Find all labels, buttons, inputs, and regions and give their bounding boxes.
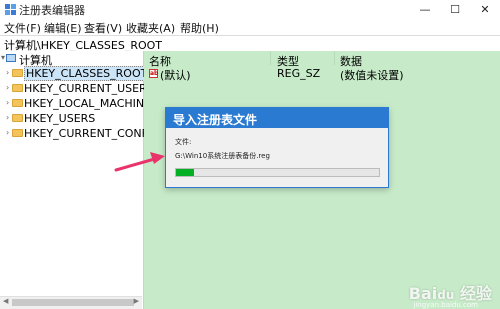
menu-edit[interactable]: 编辑(E) xyxy=(44,20,82,36)
tree-item-hkey-current-user[interactable]: › HKEY_CURRENT_USER xyxy=(0,81,147,96)
dialog-title: 导入注册表文件 xyxy=(173,113,258,127)
menu-file[interactable]: 文件(F) xyxy=(4,20,41,36)
computer-icon xyxy=(6,54,16,62)
column-divider[interactable] xyxy=(270,51,271,65)
collapsed-arrow-icon[interactable]: › xyxy=(6,113,9,122)
collapsed-arrow-icon[interactable]: › xyxy=(6,128,9,137)
menu-help[interactable]: 帮助(H) xyxy=(180,20,219,36)
tree-item-hkey-users[interactable]: › HKEY_USERS xyxy=(0,111,143,126)
import-dialog: 导入注册表文件 文件: G:\Win10系统注册表备份.reg xyxy=(165,107,389,188)
value-name: (默认) xyxy=(160,69,191,82)
tree-item-label: HKEY_CURRENT_USER xyxy=(24,82,147,95)
collapsed-arrow-icon[interactable]: › xyxy=(6,98,9,107)
scroll-right-icon[interactable]: ▶ xyxy=(134,297,139,305)
file-path: G:\Win10系统注册表备份.reg xyxy=(175,152,270,160)
value-data: (数值未设置) xyxy=(340,69,404,82)
tree-item-label: HKEY_USERS xyxy=(24,112,96,125)
watermark-url: jingyan.baidu.com xyxy=(413,301,478,309)
address-bar[interactable]: 计算机\HKEY_CLASSES_ROOT xyxy=(0,35,500,52)
column-divider[interactable] xyxy=(334,51,335,65)
import-progress-bar xyxy=(175,168,380,177)
window-title: 注册表编辑器 xyxy=(19,4,85,17)
string-value-icon: ab xyxy=(149,69,159,78)
horizontal-scrollbar[interactable]: ◀ ▶ xyxy=(0,296,142,309)
file-label: 文件: xyxy=(175,138,192,146)
menu-favorites[interactable]: 收藏夹(A) xyxy=(126,20,175,36)
tree-item-computer[interactable]: ▾ 计算机 xyxy=(0,51,143,67)
close-button[interactable]: ✕ xyxy=(470,0,500,19)
tree-item-label: HKEY_CURRENT_CONFIG xyxy=(24,127,160,140)
menu-view[interactable]: 查看(V) xyxy=(84,20,122,36)
tree-item-label: HKEY_LOCAL_MACHINE xyxy=(24,97,152,110)
tree-item-hkey-local-machine[interactable]: › HKEY_LOCAL_MACHINE xyxy=(0,96,151,111)
tree-item-hkey-current-config[interactable]: › HKEY_CURRENT_CONFIG xyxy=(0,126,160,141)
menu-bar: 文件(F) 编辑(E) 查看(V) 收藏夹(A) 帮助(H) xyxy=(0,19,500,35)
collapsed-arrow-icon[interactable]: › xyxy=(6,83,9,92)
registry-app-icon xyxy=(5,4,16,15)
folder-icon xyxy=(12,84,23,92)
expanded-arrow-icon[interactable]: ▾ xyxy=(1,53,5,62)
folder-icon xyxy=(12,99,23,107)
maximize-button[interactable]: ☐ xyxy=(440,0,470,19)
value-row[interactable]: ab (默认) REG_SZ (数值未设置) xyxy=(144,67,500,82)
title-bar: 注册表编辑器 — ☐ ✕ xyxy=(0,0,500,20)
scroll-left-icon[interactable]: ◀ xyxy=(3,297,8,305)
folder-icon xyxy=(12,69,23,77)
minimize-button[interactable]: — xyxy=(410,0,440,19)
folder-icon xyxy=(12,114,23,122)
dialog-title-bar[interactable]: 导入注册表文件 xyxy=(166,108,388,128)
value-type: REG_SZ xyxy=(277,67,321,80)
tree-item-hkey-classes-root[interactable]: › HKEY_CLASSES_ROOT xyxy=(0,66,150,81)
collapsed-arrow-icon[interactable]: › xyxy=(6,68,9,77)
tree-item-label: HKEY_CLASSES_ROOT xyxy=(24,66,150,81)
folder-icon xyxy=(12,129,23,137)
registry-tree: ▾ 计算机 › HKEY_CLASSES_ROOT › HKEY_CURRENT… xyxy=(0,51,160,309)
scrollbar-thumb[interactable] xyxy=(12,299,134,306)
progress-fill xyxy=(176,169,195,176)
